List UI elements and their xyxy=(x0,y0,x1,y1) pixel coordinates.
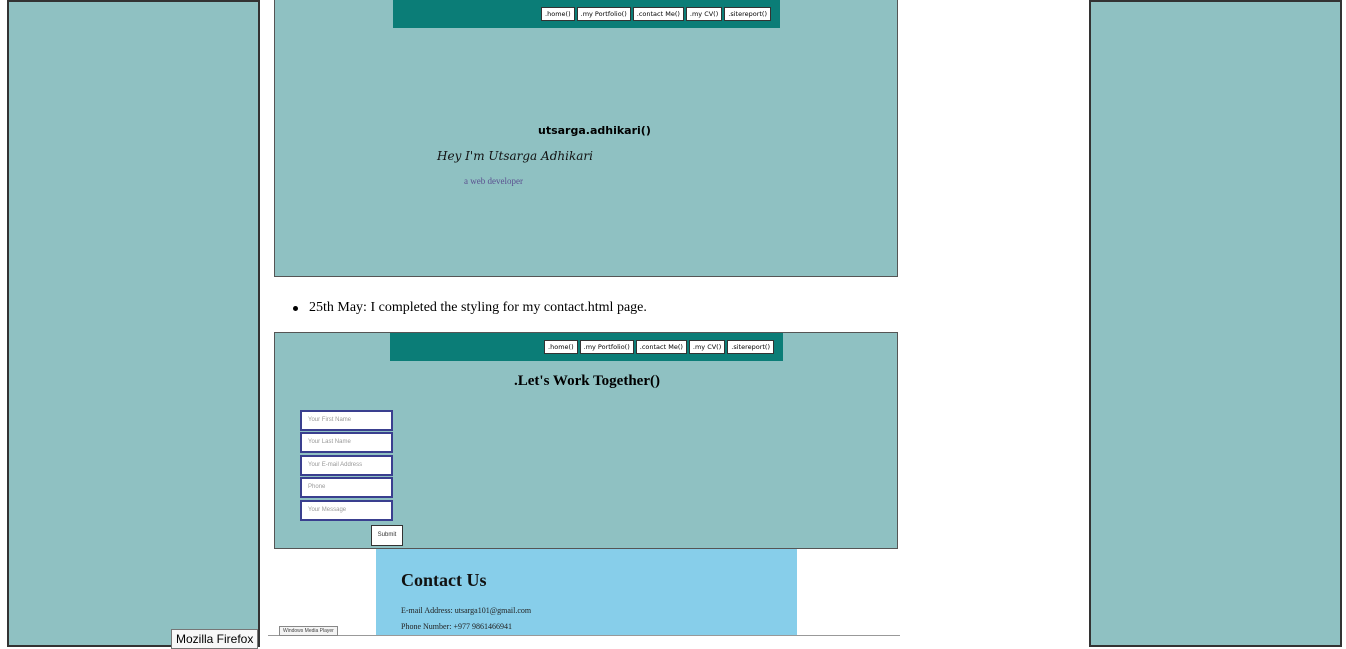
message-field[interactable]: Your Message xyxy=(300,500,393,521)
contact-card: Contact Us E-mail Address: utsarga101@gm… xyxy=(376,549,797,635)
hero-subtitle: a web developer xyxy=(464,176,523,186)
phone-field[interactable]: Phone xyxy=(300,477,393,498)
nav-link-sitereport[interactable]: .sitereport() xyxy=(727,339,774,355)
right-panel xyxy=(1089,0,1342,647)
log-entry: 25th May: I completed the styling for my… xyxy=(289,300,647,316)
home-navbar: .home() .my Portfolio() .contact Me() .m… xyxy=(393,0,780,28)
bullet-icon xyxy=(293,305,298,311)
first-name-field[interactable]: Your First Name xyxy=(300,410,393,431)
contact-email: E-mail Address: utsarga101@gmail.com xyxy=(401,606,532,615)
nav-link-cv[interactable]: .my CV() xyxy=(685,6,723,22)
email-field[interactable]: Your E-mail Address xyxy=(300,455,393,476)
nav-link-cv[interactable]: .my CV() xyxy=(688,339,726,355)
nav-link-portfolio[interactable]: .my Portfolio() xyxy=(576,6,631,22)
nav-link-contact[interactable]: .contact Me() xyxy=(635,339,687,355)
nav-link-portfolio[interactable]: .my Portfolio() xyxy=(579,339,634,355)
log-entry-text: 25th May: I completed the styling for my… xyxy=(309,300,647,315)
contact-page-screenshot: .home() .my Portfolio() .contact Me() .m… xyxy=(274,332,898,549)
home-page-screenshot: .home() .my Portfolio() .contact Me() .m… xyxy=(274,0,898,277)
submit-button[interactable]: Submit xyxy=(371,525,403,546)
contact-heading: .Let's Work Together() xyxy=(514,373,660,389)
media-player-tag: Windows Media Player xyxy=(279,626,338,636)
contact-card-title: Contact Us xyxy=(401,570,487,590)
nav-link-sitereport[interactable]: .sitereport() xyxy=(724,6,771,22)
contact-navbar: .home() .my Portfolio() .contact Me() .m… xyxy=(390,333,783,361)
nav-link-home[interactable]: .home() xyxy=(544,339,578,355)
nav-link-contact[interactable]: .contact Me() xyxy=(632,6,684,22)
contact-phone: Phone Number: +977 9861466941 xyxy=(401,622,512,631)
tooltip: Mozilla Firefox xyxy=(171,629,259,649)
last-name-field[interactable]: Your Last Name xyxy=(300,432,393,453)
hero-title: utsarga.adhikari() xyxy=(538,124,651,137)
divider xyxy=(268,635,900,636)
hero-greeting: Hey I'm Utsarga Adhikari xyxy=(437,149,593,163)
left-panel xyxy=(7,0,260,647)
nav-link-home[interactable]: .home() xyxy=(541,6,575,22)
